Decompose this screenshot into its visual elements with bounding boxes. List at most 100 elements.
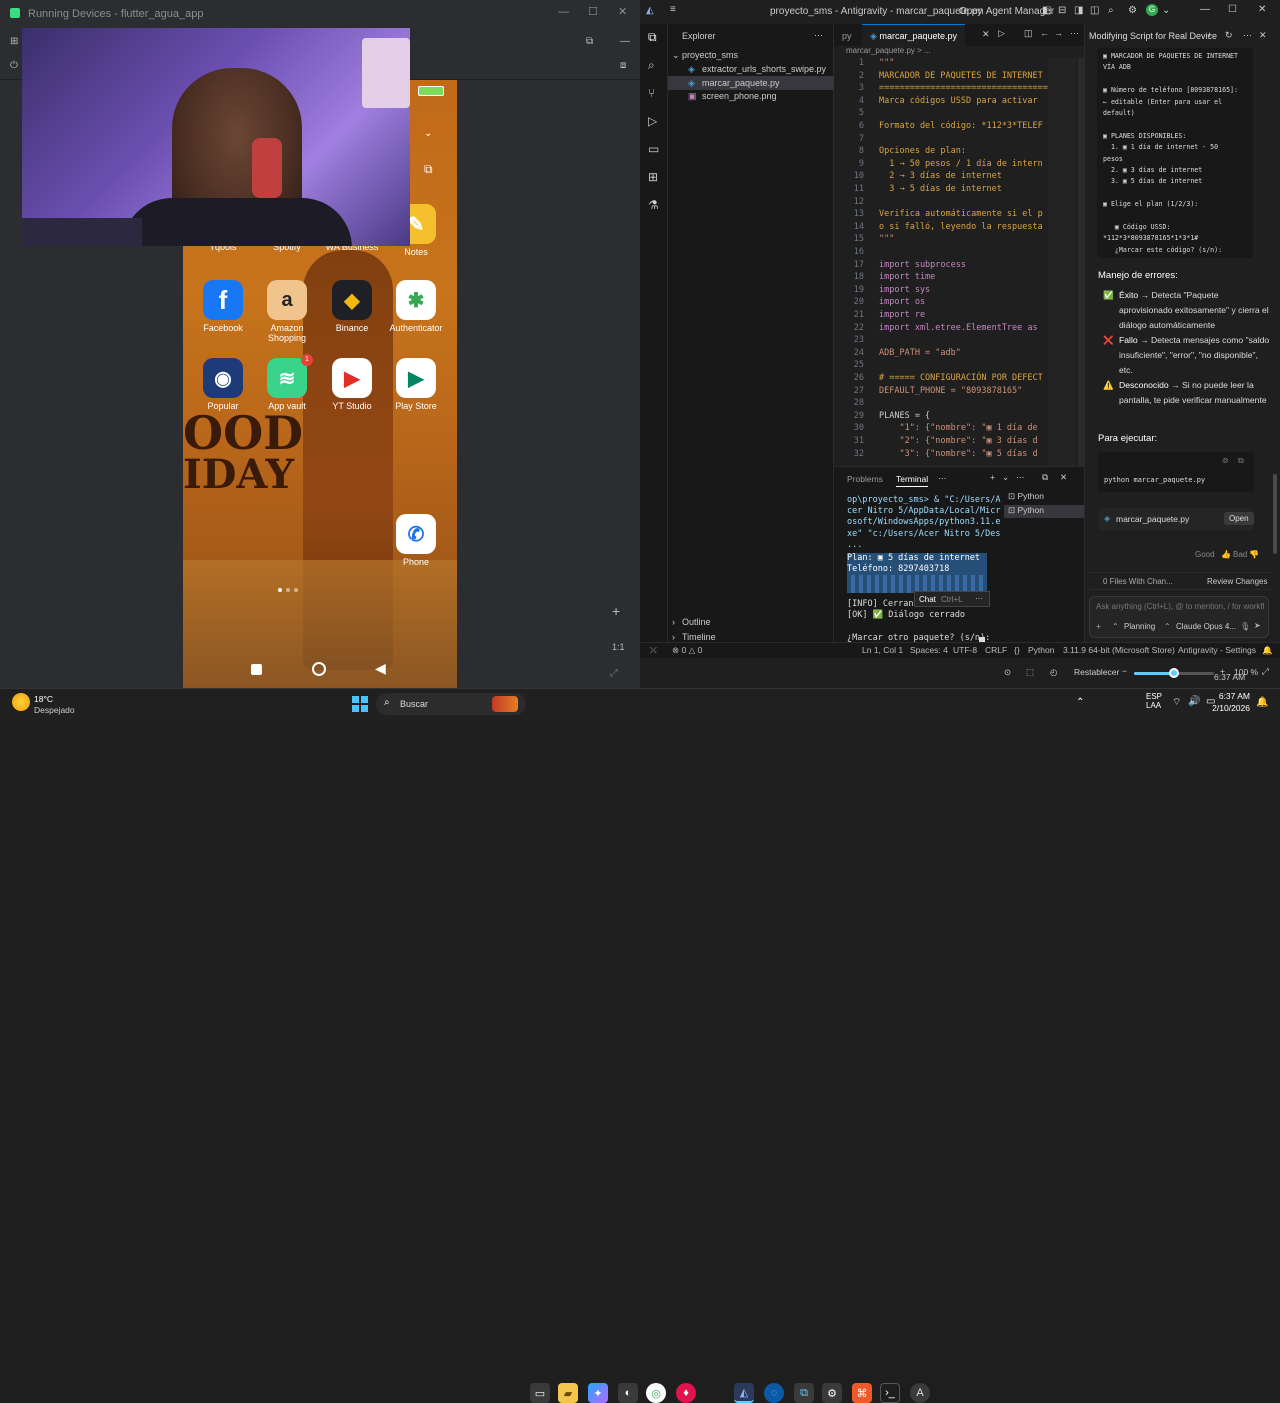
agent-more-icon[interactable]: ⋯: [1243, 30, 1252, 41]
chat-input[interactable]: Ask anything (Ctrl+L), @ to mention, / f…: [1096, 602, 1264, 611]
thumbs-up-icon[interactable]: 👍: [1221, 550, 1231, 559]
chat-tooltip[interactable]: Chat Ctrl+L ⋯: [914, 591, 990, 607]
code-line[interactable]: 32 "3": {"nombre": "▣ 5 días d: [834, 449, 1038, 462]
minimize-button[interactable]: —: [558, 6, 569, 18]
settings-taskbar-icon[interactable]: ⚙: [822, 1383, 842, 1403]
expand-chevron-icon[interactable]: ⌄: [424, 128, 432, 139]
new-chat-icon[interactable]: +: [1207, 30, 1212, 40]
ide-minimize-button[interactable]: —: [1200, 4, 1210, 15]
bell-icon[interactable]: 🔔: [1262, 645, 1273, 656]
code-line[interactable]: 10 2 → 3 días de internet: [834, 171, 1002, 184]
app-yt-studio[interactable]: ▶ YT Studio: [322, 358, 382, 411]
code-line[interactable]: 23: [834, 335, 879, 348]
account-chevron-icon[interactable]: ⌄: [1162, 5, 1170, 16]
terminal-session-item-active[interactable]: ⊡ Python: [1004, 505, 1084, 518]
copy-icon[interactable]: ⧉: [1238, 456, 1244, 466]
antigravity-taskbar-icon[interactable]: ◭: [734, 1383, 754, 1403]
language-indicator[interactable]: ESP LAA: [1146, 692, 1162, 710]
problems-status[interactable]: ⊗ 0 △ 0: [672, 645, 702, 656]
tab-active[interactable]: ◈ marcar_paquete.py: [862, 24, 965, 47]
app-app-vault[interactable]: ≋ App vault 1: [257, 354, 317, 411]
model-selector[interactable]: Claude Opus 4...: [1176, 622, 1236, 631]
explorer-icon[interactable]: ⧉: [648, 30, 657, 45]
app-popular[interactable]: ◉ Popular: [193, 358, 253, 411]
terminal-dropdown-icon[interactable]: ⌄: [1002, 472, 1009, 483]
task-view-icon[interactable]: ▭: [530, 1383, 550, 1403]
code-line[interactable]: 4 Marca códigos USSD para activar: [834, 96, 1038, 109]
outline-chevron-icon[interactable]: ›: [672, 617, 675, 627]
run-file-icon[interactable]: ▷: [998, 28, 1005, 39]
files-changed-label[interactable]: 0 Files With Chan...: [1103, 577, 1173, 586]
code-lines[interactable]: 1 """ 2 MARCADOR DE PAQUETES DE INTERNET 3 ==…: [834, 58, 1048, 466]
terminal-selection[interactable]: Plan: ▣ 5 días de internet Teléfono: 8297…: [847, 553, 987, 576]
add-context-icon[interactable]: +: [1096, 622, 1101, 631]
code-line[interactable]: 11 3 → 5 días de internet: [834, 184, 1002, 197]
timeline-section[interactable]: Timeline: [682, 632, 716, 642]
timeline-chevron-icon[interactable]: ›: [672, 632, 675, 642]
layout-editor-icon[interactable]: ⊟: [1058, 5, 1066, 16]
send-icon[interactable]: ➤: [1254, 621, 1261, 630]
weather-sun-icon[interactable]: [12, 693, 30, 711]
app-authenticator[interactable]: ✱ Authenticator: [386, 280, 446, 333]
zoom-slider-knob[interactable]: [1169, 668, 1179, 678]
source-control-icon[interactable]: ⑂: [648, 86, 655, 100]
tab-previous[interactable]: py: [834, 25, 860, 47]
indentation[interactable]: Spaces: 4: [910, 645, 948, 655]
model-chevron-icon[interactable]: ⌃: [1164, 622, 1171, 631]
code-line[interactable]: 5: [834, 108, 879, 121]
fit-screen-icon[interactable]: ⤢: [610, 668, 618, 679]
close-button[interactable]: ✕: [618, 5, 627, 18]
back-button[interactable]: ◀: [375, 660, 386, 677]
zoom-out-button[interactable]: −: [1122, 666, 1127, 676]
open-button[interactable]: Open: [1224, 512, 1254, 525]
record-icon[interactable]: ◴: [1050, 667, 1057, 678]
chrome-icon[interactable]: ◎: [646, 1383, 666, 1403]
extensions-icon[interactable]: ⊞: [648, 170, 658, 184]
minimap[interactable]: [1048, 58, 1076, 466]
maximize-button[interactable]: ☐: [588, 5, 598, 18]
code-line[interactable]: 21 import re: [834, 310, 925, 323]
agent-scrollbar[interactable]: [1273, 474, 1277, 554]
code-line[interactable]: 25: [834, 360, 879, 373]
app-orange-icon[interactable]: ⌘: [852, 1383, 872, 1403]
hamburger-menu-icon[interactable]: ≡: [670, 4, 676, 15]
editor-more-icon[interactable]: ⋯: [1070, 28, 1079, 39]
code-line[interactable]: 13 Verifica automáticamente si el p: [834, 209, 1043, 222]
file-item[interactable]: ▣ screen_phone.png: [668, 90, 834, 103]
outline-section[interactable]: Outline: [682, 617, 711, 627]
split-editor-icon[interactable]: ◫: [1024, 28, 1033, 39]
code-line[interactable]: 9 1 → 50 pesos / 1 día de intern: [834, 159, 1043, 172]
code-line[interactable]: 20 import os: [834, 297, 925, 310]
layout-sidebar-icon[interactable]: ◧: [1042, 5, 1051, 16]
project-folder[interactable]: proyecto_sms: [682, 50, 738, 60]
chat-input-box[interactable]: Ask anything (Ctrl+L), @ to mention, / f…: [1089, 596, 1269, 638]
clock-time[interactable]: 6:37 AM: [1210, 691, 1250, 701]
terminal-output[interactable]: op\proyecto_sms> & "C:/Users/A cer Nitro …: [847, 495, 1001, 551]
code-line[interactable]: 14 o si falló, leyendo la respuesta: [834, 222, 1043, 235]
notifications-icon[interactable]: 🔔: [1256, 697, 1268, 708]
copilot-icon[interactable]: ✦: [588, 1383, 608, 1403]
explorer-more-icon[interactable]: ⋯: [814, 30, 823, 41]
code-line[interactable]: 29 PLANES = {: [834, 411, 930, 424]
zoom-in-icon[interactable]: +: [612, 603, 620, 619]
run-command-block[interactable]: ⊚ ⧉ python marcar_paquete.py: [1098, 452, 1254, 492]
history-icon[interactable]: ↻: [1225, 30, 1233, 41]
code-line[interactable]: 1 """: [834, 58, 894, 71]
code-line[interactable]: 8 Opciones de plan:: [834, 146, 966, 159]
code-line[interactable]: 27 DEFAULT_PHONE = "8093878165": [834, 386, 1023, 399]
apply-icon[interactable]: ⊚: [1222, 456, 1229, 465]
code-line[interactable]: 30 "1": {"nombre": "▣ 1 día de: [834, 423, 1038, 436]
show-hidden-icons[interactable]: ⌃: [1076, 697, 1084, 708]
bad-feedback-button[interactable]: Bad: [1233, 550, 1247, 559]
code-line[interactable]: 7: [834, 134, 879, 147]
mirror-icon[interactable]: ⊙: [1004, 667, 1011, 678]
app-circle-icon[interactable]: A: [910, 1383, 930, 1403]
windows-start-icon[interactable]: [352, 696, 368, 712]
review-changes-button[interactable]: Review Changes: [1207, 577, 1267, 586]
file-chip[interactable]: ◈ marcar_paquete.py Open: [1098, 508, 1254, 530]
settings-status[interactable]: Antigravity - Settings: [1178, 645, 1256, 655]
maximize-panel-icon[interactable]: ⧉: [1042, 472, 1048, 483]
wifi-icon[interactable]: ⌔: [1172, 696, 1181, 709]
terminal-session-item[interactable]: ⊡ Python: [1004, 491, 1084, 504]
screenshot-icon[interactable]: ⧈: [620, 60, 626, 71]
